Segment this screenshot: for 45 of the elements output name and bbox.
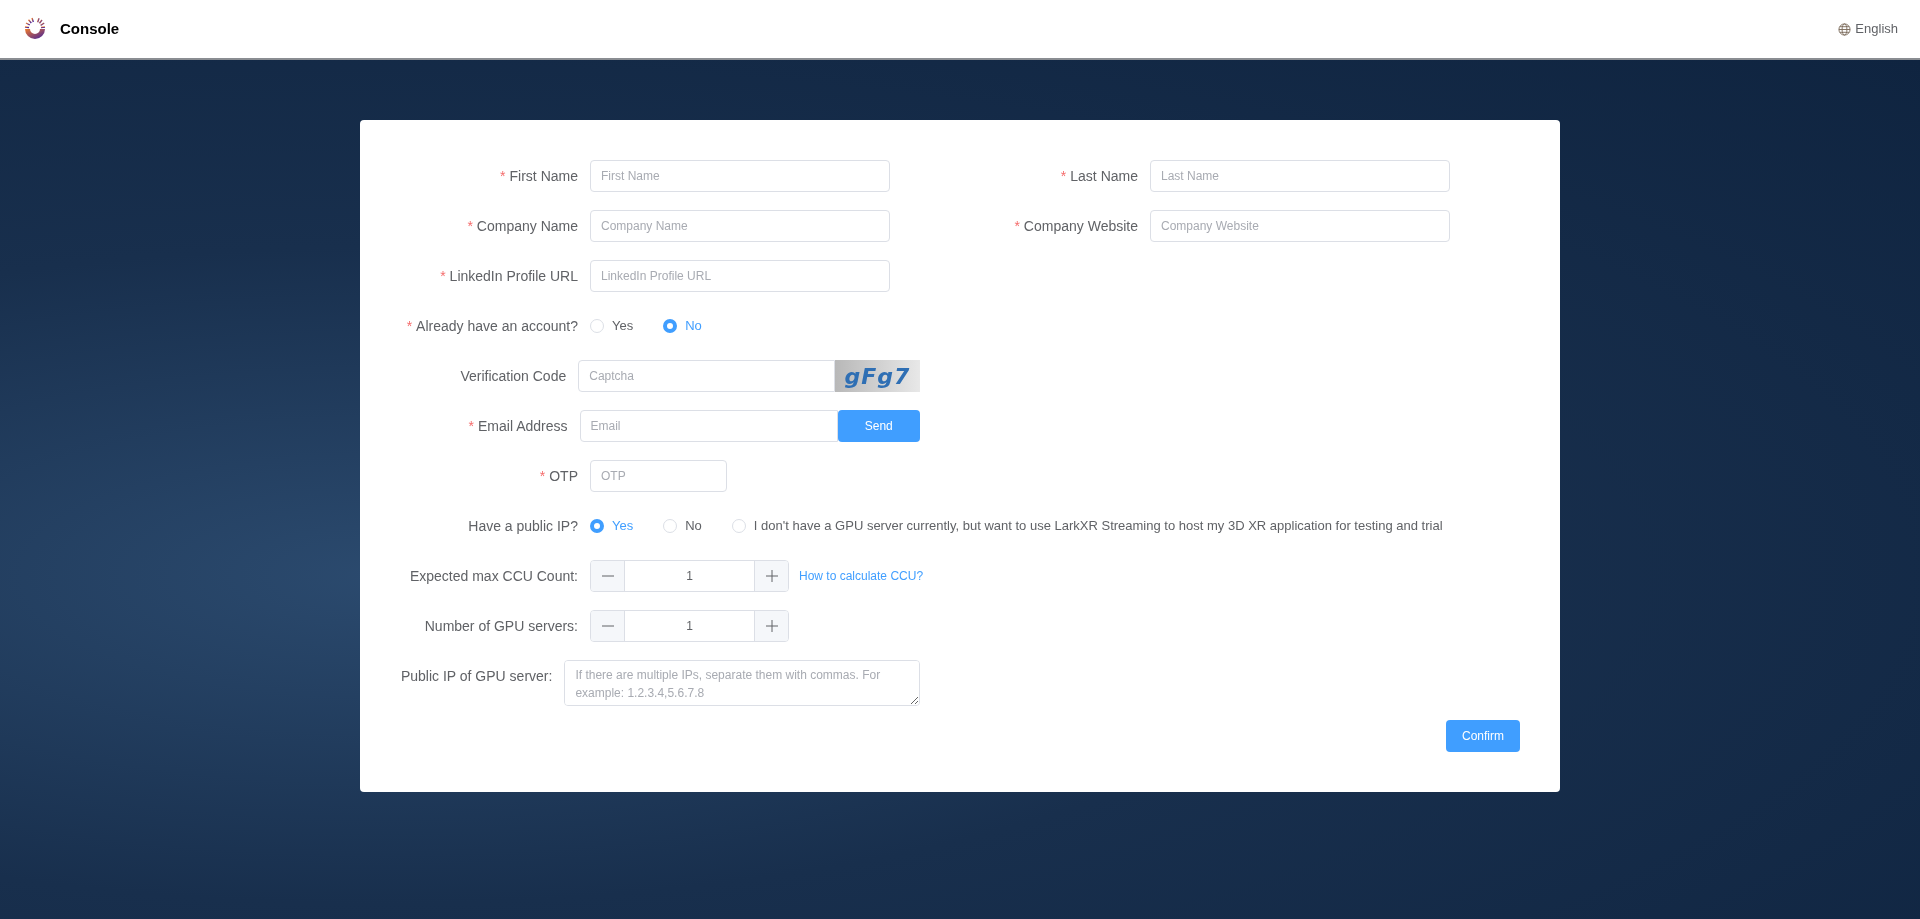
language-selector[interactable]: English <box>1838 19 1898 39</box>
field-label: * First Name <box>499 167 579 186</box>
text-field[interactable]: OTP <box>590 460 727 492</box>
field-label: * Last Name <box>1059 167 1139 186</box>
field-label: * Company Name <box>466 217 579 236</box>
field-label: * Company Website <box>1013 217 1139 236</box>
radio-label: I don't have a GPU server currently, but want to use LarkXR Streaming to host my 3D XR application for testing and trial <box>753 517 1443 536</box>
field-label: * Email Address <box>467 417 569 436</box>
increment-button[interactable] <box>755 561 788 591</box>
radio-button[interactable] <box>590 519 604 533</box>
field-label: Expected max CCU Count: <box>408 567 579 586</box>
plus-icon <box>765 620 778 632</box>
number-stepper[interactable]: 1 <box>590 560 789 592</box>
decrement-button[interactable] <box>591 561 624 591</box>
field-label: Number of GPU servers: <box>423 617 579 636</box>
field-label: Have a public IP? <box>467 517 579 536</box>
globe-icon <box>1838 22 1852 36</box>
text-field[interactable]: Email <box>579 410 838 442</box>
radio-button[interactable] <box>663 319 678 333</box>
increment-button[interactable] <box>755 611 788 641</box>
radio-label: No <box>685 317 702 336</box>
captcha-image[interactable]: gFg7 <box>834 360 920 392</box>
radio-label: Yes <box>612 517 634 536</box>
confirm-button[interactable]: Confirm <box>1446 720 1520 752</box>
text-field[interactable]: Last Name <box>1150 160 1450 192</box>
field-label: * Already have an account? <box>405 317 579 336</box>
field-label: Verification Code <box>459 367 568 386</box>
text-field[interactable]: LinkedIn Profile URL <box>590 260 890 292</box>
logo-icon <box>22 16 48 42</box>
app-title: Console <box>60 18 120 39</box>
radio-label: Yes <box>612 317 634 336</box>
field-label: * OTP <box>538 467 579 486</box>
text-field[interactable]: Company Name <box>590 210 890 242</box>
help-link[interactable]: How to calculate CCU? <box>799 560 924 592</box>
text-field[interactable]: First Name <box>590 160 890 192</box>
plus-icon <box>765 570 778 582</box>
field-label: Public IP of GPU server: <box>399 667 554 686</box>
field-label: * LinkedIn Profile URL <box>439 267 579 286</box>
send-button[interactable]: Send <box>837 410 920 442</box>
text-field[interactable]: Captcha <box>578 360 835 392</box>
text-field[interactable]: Company Website <box>1150 210 1450 242</box>
number-stepper[interactable]: 1 <box>590 610 789 642</box>
text-area[interactable]: If there are multiple IPs, separate them with commas. For example: 1.2.3.4,5.6.7.8 <box>564 660 920 706</box>
decrement-button[interactable] <box>591 611 624 641</box>
radio-label: No <box>685 517 702 536</box>
